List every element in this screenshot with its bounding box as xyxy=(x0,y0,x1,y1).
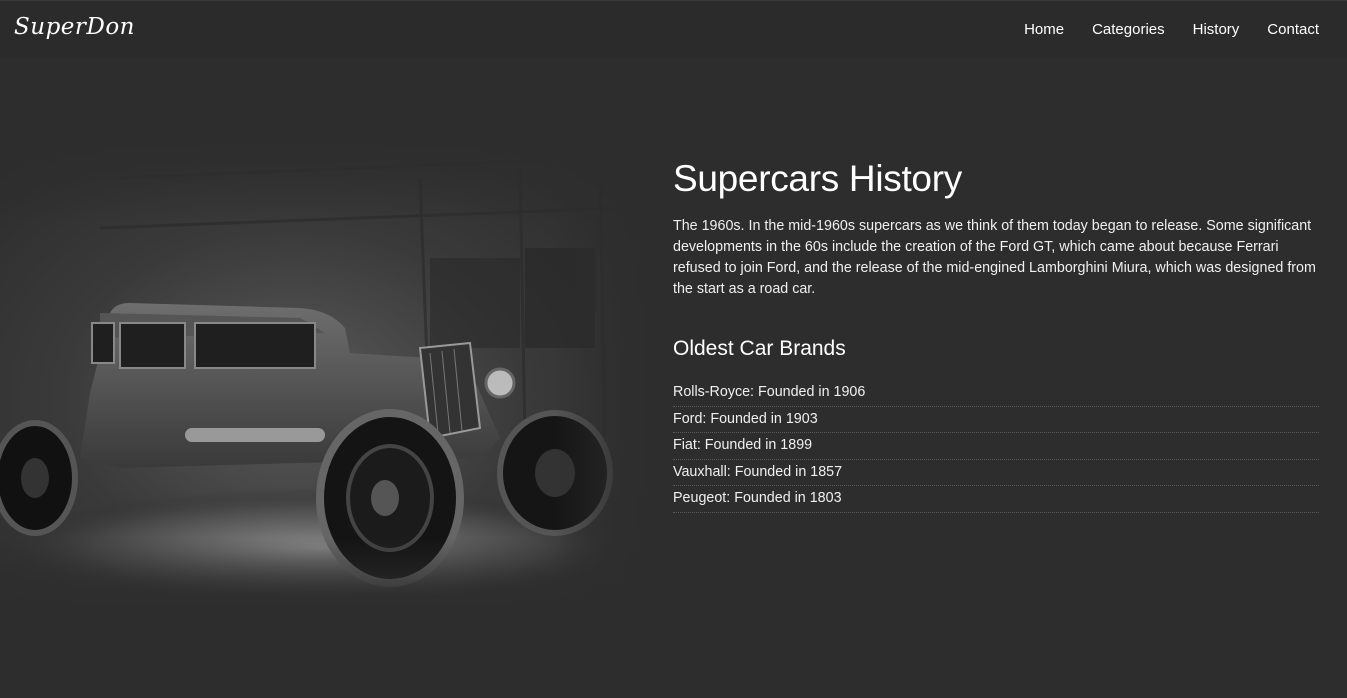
list-item: Fiat: Founded in 1899 xyxy=(673,433,1319,460)
brand-list: Rolls-Royce: Founded in 1906 Ford: Found… xyxy=(673,380,1319,513)
list-item: Ford: Founded in 1903 xyxy=(673,407,1319,434)
history-content: Supercars History The 1960s. In the mid-… xyxy=(673,158,1319,513)
list-item: Peugeot: Founded in 1803 xyxy=(673,486,1319,513)
section-subtitle: Oldest Car Brands xyxy=(673,337,846,360)
nav-link-categories[interactable]: Categories xyxy=(1092,21,1165,38)
nav-link-history[interactable]: History xyxy=(1193,21,1240,38)
nav-link-home[interactable]: Home xyxy=(1024,21,1064,38)
nav-link-contact[interactable]: Contact xyxy=(1267,21,1319,38)
nav-links: Home Categories History Contact xyxy=(1024,21,1319,38)
brand-logo[interactable]: SuperDon xyxy=(14,14,135,40)
hot-rod-image xyxy=(0,138,650,608)
navbar: SuperDon Home Categories History Contact xyxy=(0,0,1347,58)
list-item: Rolls-Royce: Founded in 1906 xyxy=(673,380,1319,407)
page-title: Supercars History xyxy=(673,158,962,199)
list-item: Vauxhall: Founded in 1857 xyxy=(673,460,1319,487)
main-section: Supercars History The 1960s. In the mid-… xyxy=(0,58,1347,698)
history-paragraph: The 1960s. In the mid-1960s supercars as… xyxy=(673,218,1316,297)
